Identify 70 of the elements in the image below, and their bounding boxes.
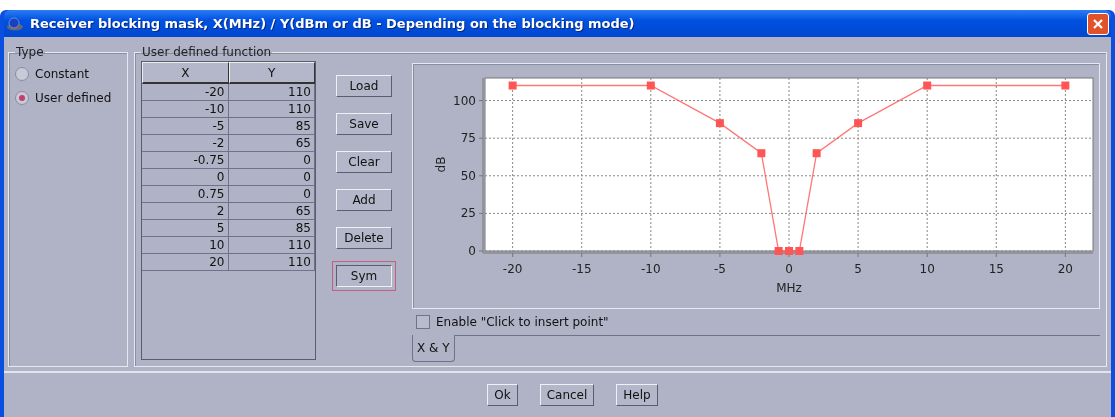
group-title: User defined function: [141, 45, 273, 59]
checkbox-label: Enable "Click to insert point": [436, 315, 609, 329]
y-tick-label: 0: [468, 244, 476, 258]
radio-option[interactable]: Constant: [15, 67, 121, 81]
dialog-button[interactable]: Help: [616, 384, 658, 406]
table-cell[interactable]: 110: [228, 254, 315, 271]
x-tick-label: 15: [988, 262, 1004, 276]
data-point[interactable]: [508, 81, 517, 90]
window-title: Receiver blocking mask, X(MHz) / Y(dBm or dB - Depending on the blocking mode): [30, 16, 636, 31]
radio-label: Constant: [35, 67, 89, 81]
x-tick-label: 20: [1057, 262, 1073, 276]
dialog-button[interactable]: Cancel: [539, 384, 595, 406]
data-point[interactable]: [774, 247, 783, 255]
data-point[interactable]: [795, 247, 804, 255]
column-header[interactable]: Y: [228, 62, 315, 84]
y-tick-label: 100: [453, 93, 476, 108]
table-cell[interactable]: -5: [142, 118, 229, 135]
data-point[interactable]: [715, 119, 724, 128]
x-tick-label: 5: [854, 262, 862, 276]
data-point[interactable]: [646, 81, 655, 90]
checkbox[interactable]: [416, 315, 430, 329]
table-cell[interactable]: 65: [228, 135, 315, 152]
y-tick-label: 75: [460, 131, 476, 146]
table-cell[interactable]: 110: [228, 84, 315, 101]
close-button[interactable]: [1087, 12, 1109, 35]
radio-button[interactable]: [15, 67, 29, 81]
data-point[interactable]: [923, 81, 932, 90]
table-cell[interactable]: -20: [142, 84, 229, 101]
x-tick-label: 0: [785, 262, 793, 276]
table-cell[interactable]: 85: [228, 118, 315, 135]
y-tick-label: 25: [460, 206, 476, 221]
table-cell[interactable]: 65: [228, 203, 315, 220]
x-tick-label: -20: [502, 262, 523, 276]
table-cell[interactable]: 0: [228, 186, 315, 203]
data-point[interactable]: [757, 149, 766, 158]
table-cell[interactable]: 0: [228, 169, 315, 186]
x-axis-title: MHz: [776, 281, 802, 295]
x-tick-label: -15: [571, 262, 592, 276]
column-header[interactable]: X: [142, 62, 229, 84]
radio-label: User defined: [35, 91, 112, 105]
close-icon: [1092, 17, 1104, 30]
radio-option[interactable]: User defined: [15, 91, 121, 105]
table-cell[interactable]: 0: [228, 152, 315, 169]
data-point[interactable]: [1061, 81, 1070, 90]
action-button[interactable]: Sym: [332, 261, 396, 291]
table-cell[interactable]: 85: [228, 220, 315, 237]
table-cell[interactable]: -2: [142, 135, 229, 152]
group-title: Type: [15, 45, 45, 59]
table-cell[interactable]: 20: [142, 254, 229, 271]
y-tick-label: 50: [460, 168, 476, 183]
x-tick-label: -5: [713, 262, 726, 276]
radio-button[interactable]: [15, 91, 29, 105]
x-tick-label: -10: [641, 262, 661, 276]
table-cell[interactable]: 0.75: [142, 186, 229, 203]
x-tick-label: 10: [919, 262, 935, 276]
table-cell[interactable]: 0: [142, 169, 229, 186]
table-cell[interactable]: 5: [142, 220, 229, 237]
data-point[interactable]: [854, 119, 863, 128]
globe-icon: [6, 16, 24, 31]
table-cell[interactable]: -10: [142, 101, 229, 118]
data-point[interactable]: [812, 149, 821, 158]
table-cell[interactable]: -0.75: [142, 152, 229, 169]
table-cell[interactable]: 110: [228, 237, 315, 254]
y-axis-title: dB: [434, 156, 448, 173]
table-cell[interactable]: 10: [142, 237, 229, 254]
table-cell[interactable]: 110: [228, 101, 315, 118]
table-cell[interactable]: 2: [142, 203, 229, 220]
dialog-button[interactable]: Ok: [487, 384, 518, 406]
checkbox-row[interactable]: Enable "Click to insert point": [412, 309, 1100, 335]
tab[interactable]: X & Y: [412, 335, 455, 362]
